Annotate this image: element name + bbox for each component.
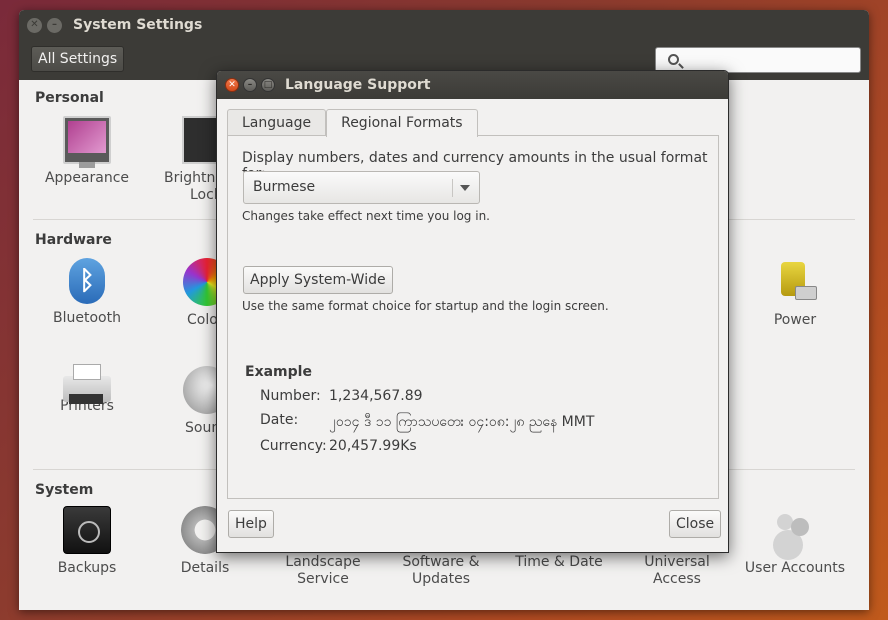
access-label: Access — [653, 571, 701, 587]
printer-icon — [63, 364, 111, 404]
power-item[interactable]: Power — [736, 258, 854, 329]
section-hardware-label: Hardware — [35, 232, 112, 248]
lock-label: Lock — [190, 187, 222, 203]
sound-label: Soun — [185, 420, 221, 436]
power-label: Power — [773, 312, 817, 328]
number-key: Number: — [260, 388, 321, 404]
user-accounts-label: User Accounts — [744, 560, 846, 576]
tab-language[interactable]: Language — [227, 109, 327, 136]
help-button[interactable]: Help — [228, 510, 274, 538]
select-separator — [452, 179, 453, 197]
window-title: System Settings — [73, 17, 203, 33]
printers-item[interactable]: Printers — [28, 364, 146, 415]
apply-note: Use the same format choice for startup a… — [242, 299, 609, 313]
dialog-title: Language Support — [285, 77, 431, 93]
appearance-label: Appearance — [44, 170, 130, 186]
users-icon — [771, 506, 819, 554]
format-select[interactable]: Burmese — [243, 171, 480, 204]
minimize-window-icon[interactable]: – — [47, 17, 62, 33]
section-system-label: System — [35, 482, 94, 498]
landscape-label: Landscape — [285, 554, 361, 570]
language-support-dialog: ✕ – □ Language Support Language Regional… — [216, 70, 729, 553]
chevron-down-icon — [460, 185, 470, 191]
updates-label: Updates — [412, 571, 470, 587]
dialog-titlebar: ✕ – □ Language Support — [217, 71, 728, 99]
details-label: Details — [180, 560, 230, 576]
bluetooth-label: Bluetooth — [53, 310, 121, 326]
landscape-service-item[interactable]: Landscape Service — [264, 554, 382, 588]
change-note: Changes take effect next time you log in… — [242, 209, 490, 223]
appearance-item[interactable]: Appearance — [28, 116, 146, 187]
sound-item[interactable]: Soun — [169, 366, 231, 437]
tab-regional-formats[interactable]: Regional Formats — [326, 109, 478, 137]
system-settings-titlebar: ✕ – System Settings — [19, 10, 869, 40]
maximize-window-icon[interactable]: □ — [261, 78, 275, 92]
minimize-window-icon[interactable]: – — [243, 78, 257, 92]
power-icon — [771, 258, 819, 306]
date-value: ၂၀၁၄ ဒီ ၁၁ ကြာသပတေး ဝ၄:ဝ၈:၂၈ ညနေ MMT — [329, 414, 595, 430]
software-label: Software & — [402, 554, 480, 570]
brightness-label: Brightne — [164, 170, 224, 186]
backups-item[interactable]: Backups — [28, 506, 146, 577]
close-button[interactable]: Close — [669, 510, 722, 538]
search-icon — [668, 54, 679, 65]
currency-key: Currency: — [260, 438, 327, 454]
date-key: Date: — [260, 412, 299, 428]
bluetooth-icon: ᛒ — [69, 258, 105, 304]
universal-label: Universal — [644, 554, 710, 570]
regional-formats-panel: Display numbers, dates and currency amou… — [227, 135, 719, 499]
close-window-icon[interactable]: ✕ — [225, 78, 239, 92]
format-select-value: Burmese — [253, 179, 316, 195]
example-heading: Example — [245, 364, 312, 380]
number-value: 1,234,567.89 — [329, 388, 423, 404]
software-updates-item[interactable]: Software & Updates — [382, 554, 500, 588]
service-label: Service — [297, 571, 349, 587]
color-item[interactable]: Colo — [169, 258, 231, 329]
tab-bar: Language Regional Formats — [227, 109, 478, 137]
backups-label: Backups — [57, 560, 117, 576]
time-date-label: Time & Date — [515, 554, 603, 570]
close-window-icon[interactable]: ✕ — [27, 17, 42, 33]
time-date-item[interactable]: Time & Date — [500, 554, 618, 571]
color-label: Colo — [187, 312, 218, 328]
appearance-icon — [63, 116, 111, 168]
section-personal-label: Personal — [35, 90, 104, 106]
bluetooth-item[interactable]: ᛒ Bluetooth — [28, 258, 146, 327]
universal-access-item[interactable]: Universal Access — [618, 554, 736, 588]
all-settings-button[interactable]: All Settings — [31, 46, 125, 72]
backup-icon — [63, 506, 111, 554]
currency-value: 20,457.99Ks — [329, 438, 417, 454]
user-accounts-item[interactable]: User Accounts — [736, 506, 854, 577]
brightness-lock-item[interactable]: Brightne Lock — [146, 116, 230, 204]
apply-system-wide-button[interactable]: Apply System-Wide — [243, 266, 393, 294]
